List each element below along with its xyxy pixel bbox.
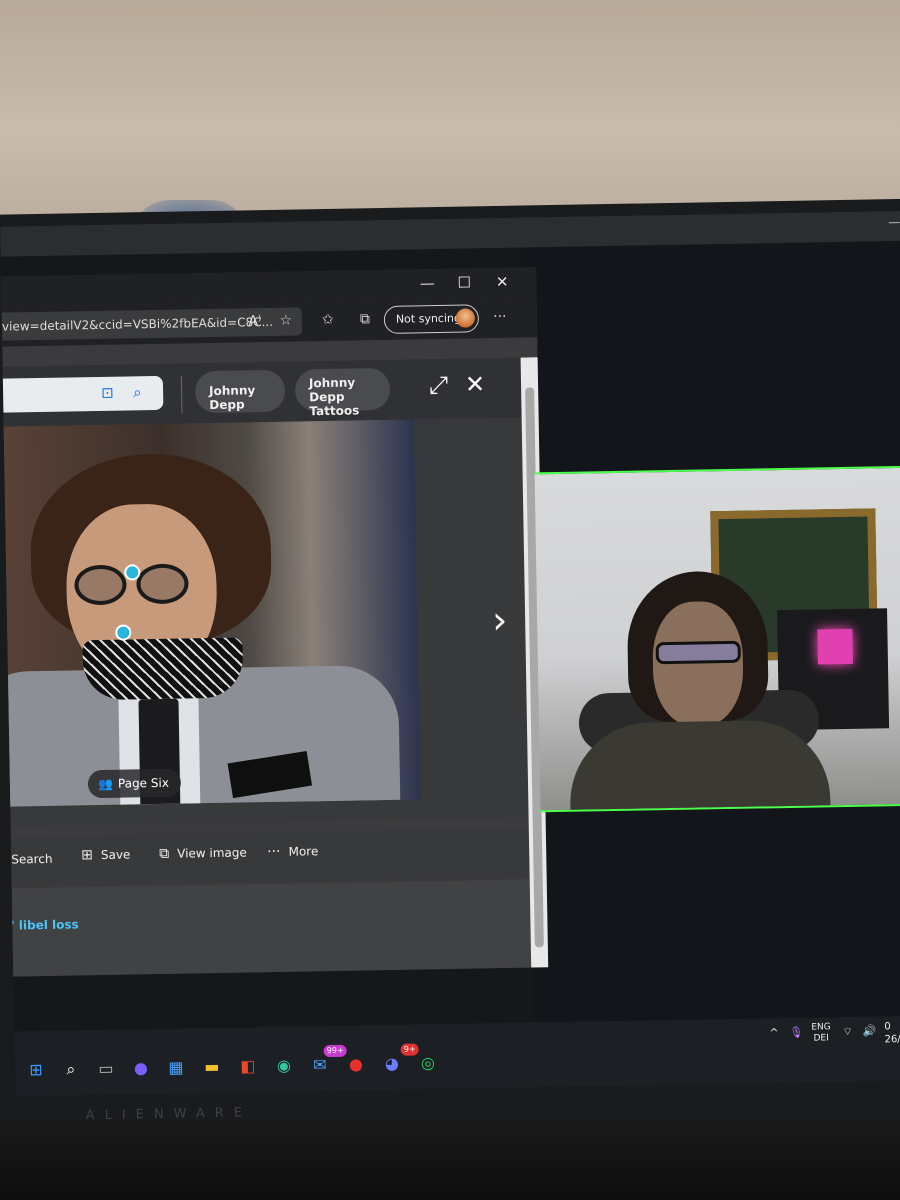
wifi-icon[interactable]: ⌔ <box>842 1025 853 1039</box>
close-button[interactable]: ✕ <box>491 273 513 291</box>
lang-bottom: DEI <box>813 1033 829 1044</box>
caption-link[interactable]: g' libel loss <box>2 917 79 932</box>
pink-light <box>817 628 853 665</box>
office-icon[interactable]: ◧ <box>237 1055 259 1077</box>
favorites-icon[interactable]: ✩ <box>317 312 339 328</box>
volume-icon[interactable]: 🔊 <box>862 1024 876 1037</box>
windows-start-icon[interactable]: ⊞ <box>25 1059 47 1081</box>
main-photo[interactable]: 👥 Page Six <box>0 419 421 807</box>
read-aloud-icon[interactable]: A⁾ <box>244 313 266 329</box>
chevron-up-icon[interactable]: ^ <box>769 1026 778 1039</box>
source-chip[interactable]: 👥 Page Six <box>87 768 182 799</box>
task-view-icon[interactable]: ▭ <box>95 1058 117 1080</box>
add-favorite-icon[interactable]: ☆ <box>275 312 297 329</box>
profile-sync-button[interactable]: Not syncing <box>383 304 480 334</box>
minimize-icon[interactable]: — <box>888 215 900 229</box>
maximize-button[interactable]: ☐ <box>453 273 475 291</box>
image-search-header: ⊡ ⌕ Johnny Depp Johnny Depp Tattoos ⤢ ✕ <box>0 357 522 427</box>
edge-icon[interactable]: ◉ <box>273 1055 295 1077</box>
search-input[interactable]: ⊡ ⌕ <box>0 375 164 413</box>
store-icon[interactable]: ▦ <box>165 1057 187 1079</box>
image-caption: g' libel loss <box>1 879 532 977</box>
webcam-preview <box>534 465 900 813</box>
microphone-icon[interactable]: 🎙 <box>789 1026 803 1039</box>
photo-bandana <box>82 637 244 701</box>
visual-search-icon[interactable]: ⊡ <box>101 384 114 402</box>
person-body <box>568 719 832 813</box>
lang-top: ENG <box>811 1022 831 1033</box>
search-icon[interactable]: ⌕ <box>60 1058 82 1080</box>
save-icon: ⊞ <box>81 847 94 864</box>
search-action-label: Search <box>11 851 53 867</box>
view-image-label: View image <box>177 845 247 861</box>
clock[interactable]: 0 26/07/2 <box>884 1020 900 1047</box>
screen: — — ☐ ✕ view=detailV2&ccid=VSBi%2fbEA&id… <box>0 210 900 1097</box>
mail-badge: 99+ <box>323 1044 347 1058</box>
sync-label: Not syncing <box>395 311 462 326</box>
avatar <box>455 308 476 328</box>
chip-johnny-depp-tattoos[interactable]: Johnny Depp Tattoos <box>294 367 391 418</box>
divider <box>180 375 183 414</box>
collections-icon[interactable]: ⧉ <box>354 311 376 327</box>
teams-chat-icon[interactable]: ● <box>130 1057 152 1079</box>
more-label: More <box>288 844 319 859</box>
image-actions: Search ⊞ Save ⧉ View image ··· More <box>0 827 530 887</box>
browser-window: — ☐ ✕ view=detailV2&ccid=VSBi%2fbEA&id=C… <box>0 267 549 977</box>
date: 26/07/2 <box>884 1033 900 1046</box>
address-bar: view=detailV2&ccid=VSBi%2fbEA&id=C8C... … <box>0 297 538 347</box>
source-label: Page Six <box>117 775 169 791</box>
image-viewer: 👥 Page Six › <box>0 417 529 827</box>
view-image-icon: ⧉ <box>159 845 170 862</box>
person-glasses <box>655 640 741 665</box>
language-indicator[interactable]: ENG DEI <box>811 1022 831 1044</box>
taskbar: ⊞ ⌕ ▭ ● ▦ ▬ ◧ ◉ ✉ 99+ ● ◕ 9+ ◎ ^ 🎙 ENG DEI… <box>14 1015 900 1097</box>
group-icon: 👥 <box>97 776 114 792</box>
save-label: Save <box>100 847 131 862</box>
more-menu-icon[interactable]: ··· <box>489 309 511 325</box>
search-action[interactable]: Search <box>11 852 52 867</box>
more-button[interactable]: ··· More <box>267 843 318 860</box>
time: 0 <box>884 1021 891 1033</box>
close-icon[interactable]: ✕ <box>465 370 486 398</box>
file-explorer-icon[interactable]: ▬ <box>201 1056 223 1078</box>
view-image-button[interactable]: ⧉ View image <box>159 844 247 862</box>
desk <box>0 1120 900 1200</box>
mail-icon[interactable]: ✉ 99+ <box>309 1044 347 1076</box>
monitor: — — ☐ ✕ view=detailV2&ccid=VSBi%2fbEA&id… <box>0 198 900 1145</box>
discord-icon[interactable]: ◕ 9+ <box>381 1043 419 1075</box>
app-icon[interactable]: ● <box>345 1053 367 1075</box>
chip-johnny-depp[interactable]: Johnny Depp <box>194 369 286 414</box>
minimize-button[interactable]: — <box>416 274 438 292</box>
spotify-icon[interactable]: ◎ <box>417 1052 439 1074</box>
expand-icon[interactable]: ⤢ <box>429 371 449 399</box>
more-icon: ··· <box>267 843 281 861</box>
search-icon[interactable]: ⌕ <box>133 383 142 401</box>
save-button[interactable]: ⊞ Save <box>81 846 130 863</box>
next-arrow-icon[interactable]: › <box>492 598 508 642</box>
